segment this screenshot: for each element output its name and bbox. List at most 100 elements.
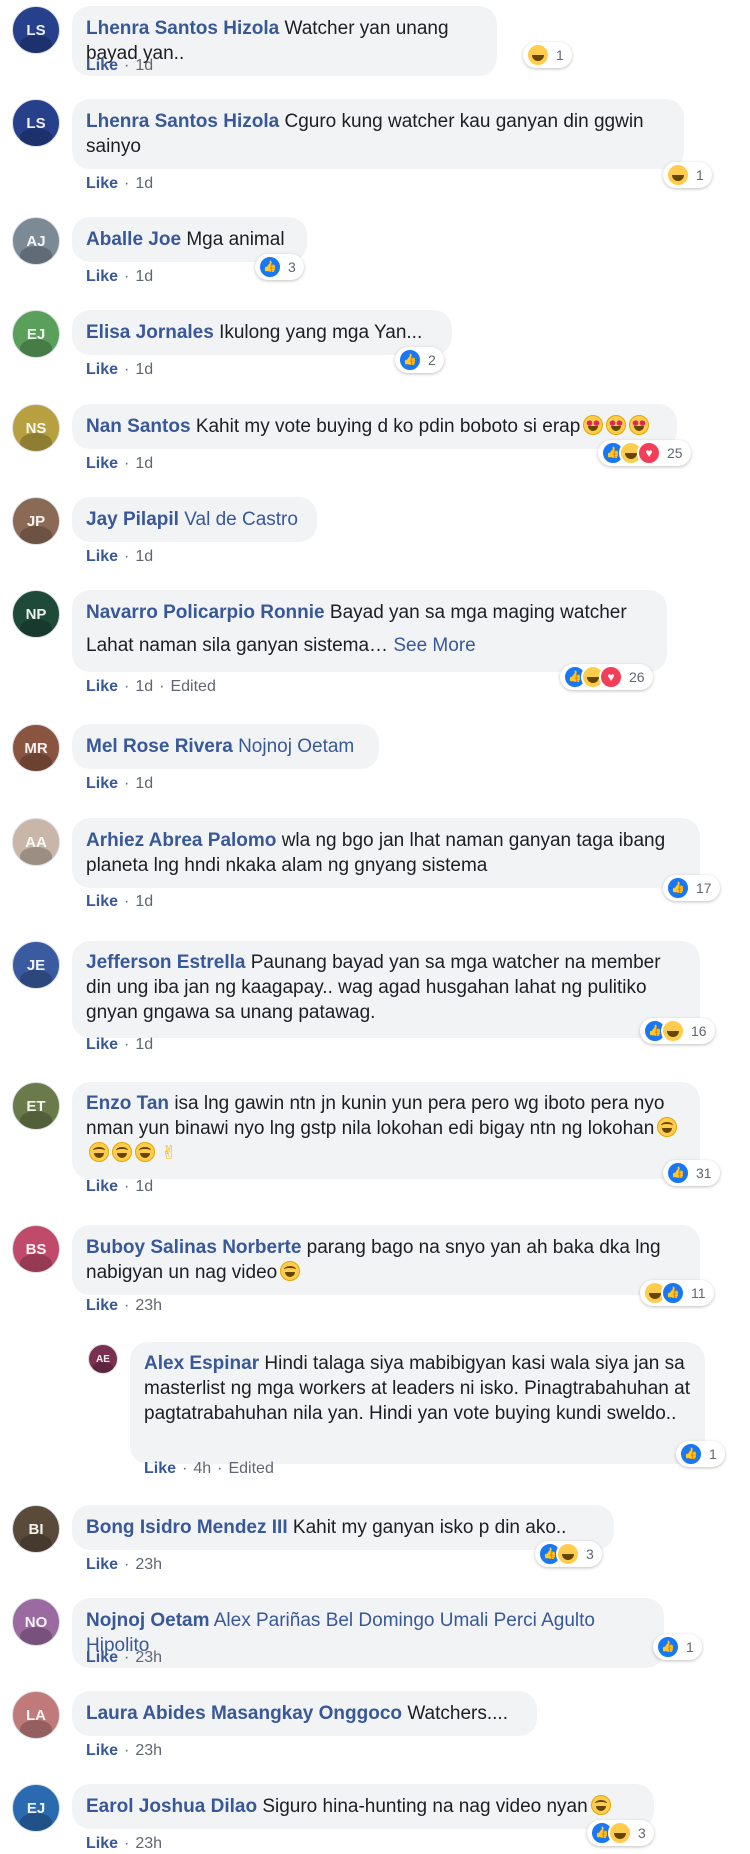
- avatar[interactable]: AA: [12, 818, 60, 866]
- comment-timestamp[interactable]: 23h: [135, 1742, 162, 1759]
- like-link[interactable]: Like: [86, 1297, 118, 1314]
- comment-author-link[interactable]: Jay Pilapil: [86, 509, 179, 530]
- avatar[interactable]: ET: [12, 1082, 60, 1130]
- reaction-summary[interactable]: 1: [523, 42, 572, 68]
- reaction-summary[interactable]: 11: [640, 1280, 714, 1306]
- like-link[interactable]: Like: [86, 455, 118, 472]
- avatar[interactable]: MR: [12, 724, 60, 772]
- avatar[interactable]: NO: [12, 1598, 60, 1646]
- comment-timestamp[interactable]: 23h: [135, 1649, 162, 1666]
- avatar[interactable]: AE: [88, 1344, 118, 1374]
- like-link[interactable]: Like: [86, 775, 118, 792]
- like-link[interactable]: Like: [86, 1835, 118, 1852]
- comment-author-link[interactable]: Earol Joshua Dilao: [86, 1796, 257, 1817]
- like-link[interactable]: Like: [86, 1556, 118, 1573]
- avatar[interactable]: BS: [12, 1225, 60, 1273]
- like-link[interactable]: Like: [86, 175, 118, 192]
- reaction-summary[interactable]: 3: [587, 1820, 654, 1846]
- comment-bubble: Jay Pilapil Val de Castro: [72, 497, 317, 542]
- reaction-summary[interactable]: 1: [676, 1441, 725, 1467]
- comment-author-link[interactable]: Lhenra Santos Hizola: [86, 18, 279, 39]
- like-link[interactable]: Like: [86, 893, 118, 910]
- like-link[interactable]: Like: [86, 268, 118, 285]
- reaction-summary[interactable]: 3: [535, 1541, 602, 1567]
- comment-timestamp[interactable]: 1d: [135, 361, 153, 378]
- comment-author-link[interactable]: Laura Abides Masangkay Onggoco: [86, 1703, 402, 1724]
- reaction-summary[interactable]: 31: [663, 1160, 720, 1186]
- comment-timestamp[interactable]: 4h: [193, 1460, 211, 1477]
- reaction-summary[interactable]: 17: [663, 875, 720, 901]
- comment-timestamp[interactable]: 1d: [135, 1036, 153, 1053]
- avatar[interactable]: NS: [12, 404, 60, 452]
- reaction-summary[interactable]: 25: [598, 440, 691, 466]
- avatar[interactable]: LA: [12, 1691, 60, 1739]
- comment-timestamp[interactable]: 1d: [135, 175, 153, 192]
- like-link[interactable]: Like: [86, 57, 118, 74]
- comment-author-link[interactable]: Aballe Joe: [86, 229, 181, 250]
- avatar[interactable]: JE: [12, 941, 60, 989]
- like-link[interactable]: Like: [86, 361, 118, 378]
- comment-author-link[interactable]: Nan Santos: [86, 416, 191, 437]
- avatar[interactable]: AJ: [12, 217, 60, 265]
- reaction-summary[interactable]: 16: [640, 1018, 715, 1044]
- edited-label[interactable]: Edited: [170, 678, 215, 695]
- comment-author-link[interactable]: Arhiez Abrea Palomo: [86, 830, 276, 851]
- like-reaction-icon: [666, 1161, 690, 1185]
- dot-separator: ·: [124, 1556, 130, 1573]
- comment-timestamp[interactable]: 1d: [135, 57, 153, 74]
- mention-link[interactable]: Val de Castro: [184, 509, 298, 530]
- avatar[interactable]: EJ: [12, 310, 60, 358]
- comment-timestamp[interactable]: 23h: [135, 1297, 162, 1314]
- comment-text: Mga animal: [186, 229, 285, 250]
- comment-author-link[interactable]: Alex Espinar: [144, 1353, 259, 1374]
- reaction-summary[interactable]: 1: [653, 1634, 702, 1660]
- avatar[interactable]: LS: [12, 99, 60, 147]
- like-link[interactable]: Like: [86, 1649, 118, 1666]
- comment-timestamp[interactable]: 1d: [135, 893, 153, 910]
- comment-timestamp[interactable]: 1d: [135, 268, 153, 285]
- edited-label[interactable]: Edited: [228, 1460, 273, 1477]
- comment-meta: Like · 23h: [86, 1555, 162, 1575]
- comment-text-line: Earol Joshua Dilao Siguro hina-hunting n…: [86, 1794, 640, 1819]
- comment-author-link[interactable]: Navarro Policarpio Ronnie: [86, 602, 325, 623]
- comment-author-link[interactable]: Jefferson Estrella: [86, 952, 245, 973]
- like-link[interactable]: Like: [86, 1742, 118, 1759]
- like-link[interactable]: Like: [86, 1178, 118, 1195]
- comment-author-link[interactable]: Mel Rose Rivera: [86, 736, 233, 757]
- comment-author-link[interactable]: Buboy Salinas Norberte: [86, 1237, 301, 1258]
- comment-bubble: Arhiez Abrea Palomo wla ng bgo jan lhat …: [72, 818, 700, 888]
- dot-separator: ·: [124, 1742, 130, 1759]
- comment-timestamp[interactable]: 1d: [135, 548, 153, 565]
- like-link[interactable]: Like: [144, 1460, 176, 1477]
- comment-author-link[interactable]: Enzo Tan: [86, 1093, 169, 1114]
- avatar[interactable]: BI: [12, 1505, 60, 1553]
- comment-timestamp[interactable]: 1d: [135, 678, 153, 695]
- comment-timestamp[interactable]: 1d: [135, 775, 153, 792]
- comment-timestamp[interactable]: 23h: [135, 1556, 162, 1573]
- like-link[interactable]: Like: [86, 548, 118, 565]
- victory-hand-emoji-icon: ✌: [161, 1143, 177, 1164]
- reaction-summary[interactable]: 2: [395, 347, 444, 373]
- comment-bubble: Enzo Tan isa lng gawin ntn jn kunin yun …: [72, 1082, 700, 1179]
- comment-author-link[interactable]: Lhenra Santos Hizola: [86, 111, 279, 132]
- like-link[interactable]: Like: [86, 1036, 118, 1053]
- see-more-link[interactable]: See More: [393, 635, 475, 656]
- reaction-summary[interactable]: 26: [560, 664, 653, 690]
- comment-author-link[interactable]: Bong Isidro Mendez III: [86, 1517, 288, 1538]
- comment-text-line: Arhiez Abrea Palomo wla ng bgo jan lhat …: [86, 828, 686, 878]
- avatar[interactable]: JP: [12, 497, 60, 545]
- comment-author-link[interactable]: Elisa Jornales: [86, 322, 214, 343]
- comment-timestamp[interactable]: 1d: [135, 1178, 153, 1195]
- mention-link[interactable]: Nojnoj Oetam: [238, 736, 354, 757]
- avatar[interactable]: NP: [12, 590, 60, 638]
- comment-timestamp[interactable]: 23h: [135, 1835, 162, 1852]
- avatar[interactable]: EJ: [12, 1784, 60, 1832]
- reaction-summary[interactable]: 1: [663, 162, 712, 188]
- reaction-summary[interactable]: 3: [255, 254, 304, 280]
- tears-of-joy-emoji-icon: [112, 1142, 132, 1162]
- comment-author-link[interactable]: Nojnoj Oetam: [86, 1610, 210, 1631]
- reaction-count: 11: [691, 1285, 706, 1301]
- like-link[interactable]: Like: [86, 678, 118, 695]
- avatar[interactable]: LS: [12, 6, 60, 54]
- comment-timestamp[interactable]: 1d: [135, 455, 153, 472]
